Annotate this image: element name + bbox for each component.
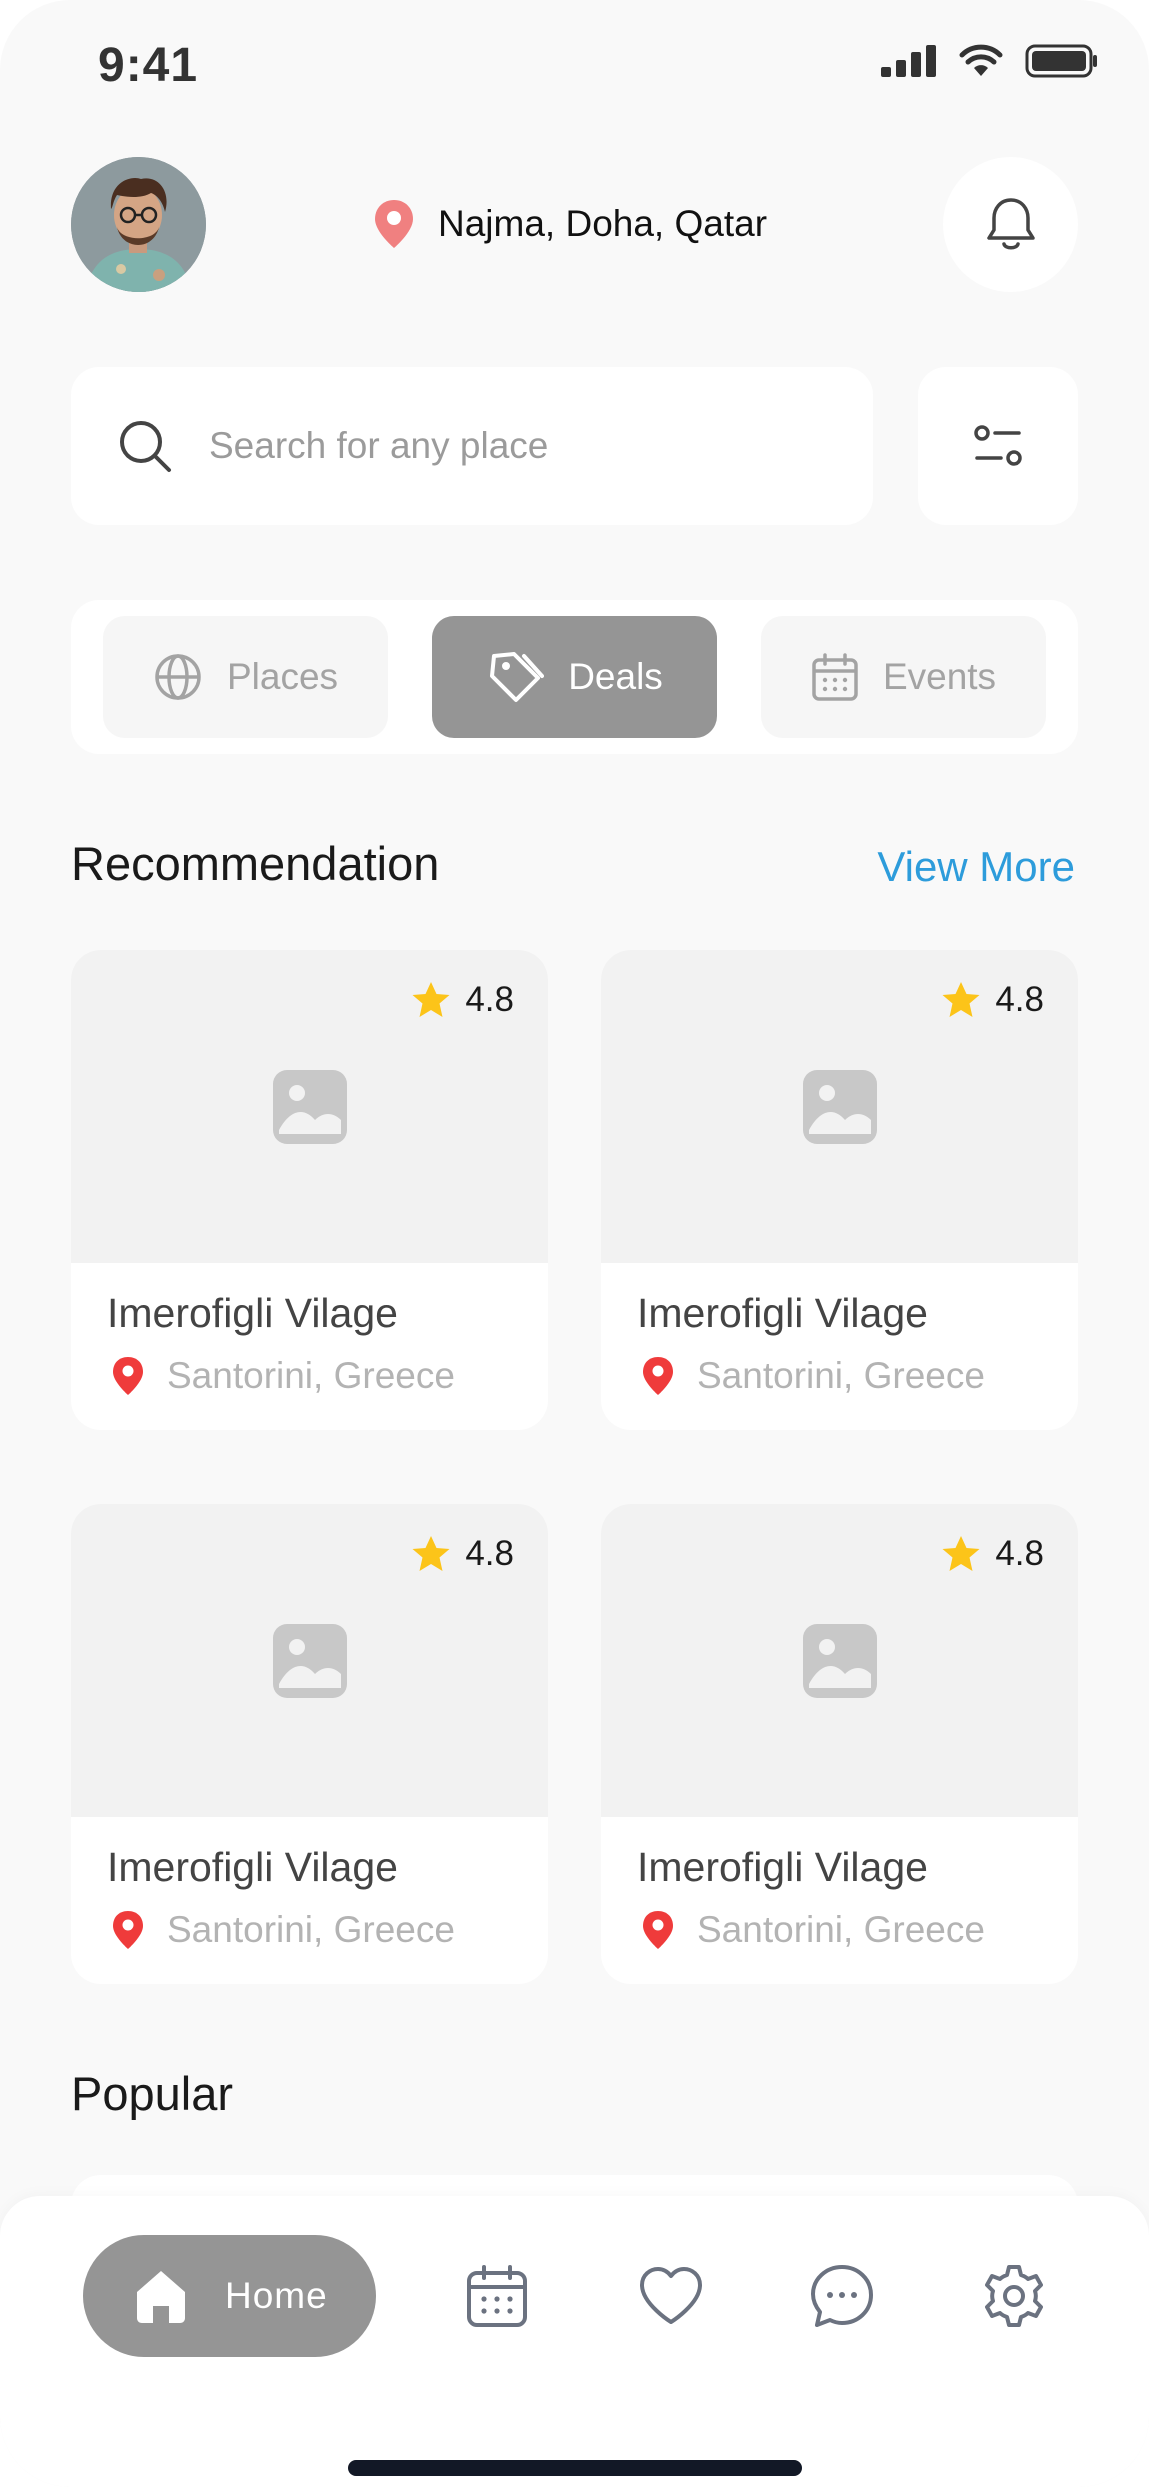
card-title: Imerofigli Vilage — [107, 1844, 398, 1890]
card-title: Imerofigli Vilage — [637, 1844, 928, 1890]
bottom-nav: Home — [0, 2196, 1149, 2487]
popular-title: Popular — [71, 2067, 233, 2120]
star-icon — [412, 1536, 450, 1571]
card-location: Santorini, Greece — [111, 1909, 455, 1951]
card-location-label: Santorini, Greece — [167, 1909, 455, 1950]
star-icon — [412, 982, 450, 1017]
card-image-placeholder: 4.8 — [71, 950, 548, 1263]
star-icon — [942, 982, 980, 1017]
card-image-placeholder: 4.8 — [601, 1504, 1078, 1817]
card-rating: 4.8 — [411, 1534, 514, 1574]
tab-events-label: Events — [882, 656, 997, 697]
card-image-placeholder: 4.8 — [601, 950, 1078, 1263]
nav-home-label: Home — [225, 2275, 328, 2316]
card-rating-value: 4.8 — [995, 1534, 1044, 1573]
image-icon — [272, 1623, 347, 1698]
card-rating-value: 4.8 — [465, 980, 514, 1019]
image-icon — [272, 1069, 347, 1144]
card-rating: 4.8 — [411, 980, 514, 1020]
bell-icon — [986, 197, 1035, 249]
home-icon — [137, 2271, 185, 2323]
app-screen: 9:41 Najma, Doha, Qatar Search for any p… — [0, 0, 1149, 2487]
avatar[interactable] — [71, 157, 206, 292]
nav-favorites[interactable] — [631, 2256, 711, 2336]
nav-home[interactable]: Home — [83, 2235, 376, 2357]
tab-deals[interactable]: Deals — [432, 616, 717, 738]
location-label: Najma, Doha, Qatar — [438, 203, 768, 244]
tag-icon — [490, 652, 545, 702]
battery-icon — [1025, 44, 1097, 78]
location-pin-icon — [643, 1911, 673, 1949]
heart-icon — [640, 2267, 702, 2324]
card-location: Santorini, Greece — [111, 1355, 455, 1397]
card-location-label: Santorini, Greece — [697, 1909, 985, 1950]
filter-icon — [974, 425, 1022, 466]
card-title: Imerofigli Vilage — [107, 1290, 398, 1336]
chat-icon — [811, 2265, 873, 2327]
location-pin-icon — [643, 1357, 673, 1395]
search-input[interactable] — [209, 425, 809, 467]
image-icon — [802, 1623, 877, 1698]
nav-messages[interactable] — [802, 2256, 882, 2336]
signal-icon — [881, 45, 936, 77]
card-rating: 4.8 — [941, 980, 1044, 1020]
tab-places[interactable]: Places — [103, 616, 388, 738]
category-tabs: Places Deals Events — [71, 600, 1078, 754]
place-card[interactable]: 4.8 Imerofigli Vilage Santorini, Greece — [601, 1504, 1078, 1984]
status-icons — [881, 44, 1099, 78]
image-icon — [802, 1069, 877, 1144]
card-title: Imerofigli Vilage — [637, 1290, 928, 1336]
current-location[interactable]: Najma, Doha, Qatar — [372, 198, 767, 250]
tab-deals-label: Deals — [568, 656, 663, 697]
card-rating-value: 4.8 — [465, 1534, 514, 1573]
notifications-button[interactable] — [943, 157, 1078, 292]
card-image-placeholder: 4.8 — [71, 1504, 548, 1817]
nav-settings[interactable] — [974, 2256, 1054, 2336]
card-rating-value: 4.8 — [995, 980, 1044, 1019]
globe-icon — [155, 654, 201, 700]
card-location: Santorini, Greece — [641, 1909, 985, 1951]
filter-button[interactable] — [918, 367, 1078, 525]
home-indicator — [348, 2460, 802, 2476]
status-time: 9:41 — [98, 39, 199, 92]
location-pin-icon — [113, 1911, 143, 1949]
calendar-icon — [467, 2265, 527, 2327]
card-location-label: Santorini, Greece — [167, 1355, 455, 1396]
search-bar[interactable] — [71, 367, 873, 525]
wifi-icon — [959, 44, 1003, 76]
star-icon — [942, 1536, 980, 1571]
location-pin-icon — [375, 200, 413, 248]
card-location: Santorini, Greece — [641, 1355, 985, 1397]
tab-places-label: Places — [226, 656, 339, 697]
place-card[interactable]: 4.8 Imerofigli Vilage Santorini, Greece — [601, 950, 1078, 1430]
card-location-label: Santorini, Greece — [697, 1355, 985, 1396]
place-card[interactable]: 4.8 Imerofigli Vilage Santorini, Greece — [71, 950, 548, 1430]
location-pin-icon — [113, 1357, 143, 1395]
settings-icon — [985, 2265, 1043, 2327]
search-icon — [120, 421, 171, 472]
avatar-photo — [71, 157, 206, 292]
card-rating: 4.8 — [941, 1534, 1044, 1574]
tab-events[interactable]: Events — [761, 616, 1046, 738]
place-card[interactable]: 4.8 Imerofigli Vilage Santorini, Greece — [71, 1504, 548, 1984]
calendar-icon — [812, 653, 858, 701]
view-more-link[interactable]: View More — [877, 843, 1075, 891]
recommendation-title: Recommendation — [71, 837, 440, 890]
nav-calendar[interactable] — [457, 2256, 537, 2336]
